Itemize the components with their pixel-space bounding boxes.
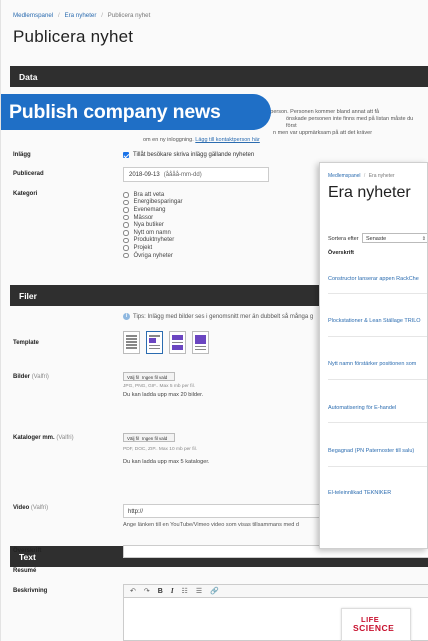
label-resume: Resumé: [13, 568, 37, 574]
label-kategori: Kategori: [13, 191, 38, 197]
numbered-list-icon[interactable]: ☰: [196, 587, 202, 595]
images-file-button[interactable]: Välj fil Ingen fil vald: [123, 372, 175, 381]
add-contact-link[interactable]: Lägg till kontaktperson här: [195, 137, 260, 143]
label-kataloger: Kataloger mm. (Valfri): [13, 435, 74, 441]
images-format-note: JPG, PNG, GIF.. Max 5 mb per fil.: [123, 384, 195, 389]
publish-date-input[interactable]: 2018-09-13 (åååå-mm-dd): [123, 167, 269, 182]
radio-icon: [123, 192, 129, 198]
category-option[interactable]: Energibesparingar: [123, 199, 183, 207]
radio-icon: [123, 245, 129, 251]
template-option[interactable]: [123, 331, 140, 354]
label-beskrivning: Beskrivning: [13, 588, 48, 594]
bold-icon[interactable]: B: [158, 588, 163, 595]
allow-comments-label: Tillåt besökare skriva inlägg gällande n…: [133, 151, 255, 158]
label-inlagg: Inlägg: [13, 152, 31, 158]
news-list-item[interactable]: El-teleinnlikad TEKNIKER: [328, 490, 391, 496]
overlay-breadcrumb: Medlemspanel / Era nyheter: [328, 173, 395, 179]
category-option[interactable]: Projekt: [123, 244, 183, 252]
category-option[interactable]: Mässor: [123, 214, 183, 222]
select-caret-icon: ⇕: [421, 235, 426, 242]
category-radio-list: Bra att veta Energibesparingar Evenemang…: [123, 191, 183, 259]
images-tip-text: Tips: Inlägg med bilder ses i genomsnitt…: [133, 313, 314, 320]
overlay-title: Era nyheter: [328, 184, 411, 201]
undo-icon[interactable]: ↶: [130, 587, 136, 595]
sort-label: Sortera efter: [328, 236, 359, 242]
label-template: Template: [13, 340, 39, 346]
radio-icon: [123, 214, 129, 221]
news-list-item[interactable]: Begagnad (PN Paternoster till salu): [328, 448, 414, 454]
breadcrumb: Medlemspanel / Era nyheter / Publicera n…: [13, 12, 151, 19]
video-note: Ange länken till en YouTube/Vimeo video …: [123, 522, 299, 528]
video-url-input[interactable]: http://: [123, 504, 343, 518]
radio-icon: [123, 199, 129, 206]
bullet-list-icon[interactable]: ☷: [182, 587, 188, 595]
link-icon[interactable]: 🔗: [210, 587, 219, 595]
label-bilder: Bilder (Valfri): [13, 374, 49, 380]
publish-date-value: 2018-09-13: [129, 172, 160, 178]
sort-select[interactable]: Senaste ⇕: [362, 233, 427, 243]
radio-icon: [123, 252, 129, 259]
label-publicerad: Publicerad: [13, 171, 44, 177]
label-overskrift: Överskrift: [13, 548, 42, 554]
breadcrumb-link-memberpanel[interactable]: Medlemspanel: [13, 12, 53, 19]
template-option[interactable]: [169, 331, 186, 354]
news-list-item[interactable]: Plockstationer & Lean Ställage TRILO: [328, 318, 421, 324]
category-option[interactable]: Evenemang: [123, 206, 183, 214]
info-icon: i: [123, 313, 130, 320]
promo-banner: Publish company news: [1, 94, 271, 130]
catalogs-format-note: PDF, DOC, ZIP.. Max 10 mb per fil.: [123, 447, 198, 452]
news-list-item[interactable]: Constructor lanserar appen RackChe: [328, 276, 419, 282]
radio-icon: [123, 237, 129, 244]
category-option[interactable]: Nytt om namn: [123, 229, 183, 237]
template-option-selected[interactable]: [146, 331, 163, 354]
section-header-data: Data: [10, 66, 428, 87]
publish-date-hint: (åååå-mm-dd): [163, 172, 202, 178]
overlay-breadcrumb-current: Era nyheter: [368, 173, 395, 179]
catalogs-file-button[interactable]: Välj fil Ingen fil vald: [123, 433, 175, 442]
news-list-panel: Medlemspanel / Era nyheter Era nyheter S…: [319, 162, 428, 549]
overlay-column-header: Överskrift: [328, 250, 354, 256]
allow-comments-checkbox[interactable]: [123, 152, 129, 158]
breadcrumb-link-news[interactable]: Era nyheter: [64, 12, 96, 19]
category-option[interactable]: Övriga nyheter: [123, 252, 183, 260]
breadcrumb-current: Publicera nyhet: [107, 12, 151, 19]
category-option[interactable]: Nya butiker: [123, 221, 183, 229]
news-list-item[interactable]: Nytt namn förstärker positionen som: [328, 361, 416, 367]
radio-icon: [123, 230, 129, 236]
radio-icon: [123, 207, 129, 213]
images-limit-note: Du kan ladda upp max 20 bilder.: [123, 392, 204, 398]
overlay-breadcrumb-memberpanel[interactable]: Medlemspanel: [328, 173, 361, 179]
template-picker: [123, 331, 215, 354]
category-option[interactable]: Produktnyheter: [123, 237, 183, 245]
catalogs-limit-note: Du kan ladda upp max 5 kataloger.: [123, 459, 210, 465]
radio-icon: [123, 222, 129, 228]
life-science-logo: LIFE SCIENCE ~: [341, 608, 411, 641]
redo-icon[interactable]: ↷: [144, 587, 150, 595]
news-list-item[interactable]: Automatisering för E-handel: [328, 405, 396, 411]
template-option[interactable]: [192, 331, 209, 354]
page-title: Publicera nyhet: [13, 27, 134, 46]
editor-toolbar: ↶ ↷ B I ☷ ☰ 🔗: [123, 584, 428, 598]
label-video: Video (Valfri): [13, 505, 49, 511]
italic-icon[interactable]: I: [171, 587, 174, 595]
category-option[interactable]: Bra att veta: [123, 191, 183, 199]
